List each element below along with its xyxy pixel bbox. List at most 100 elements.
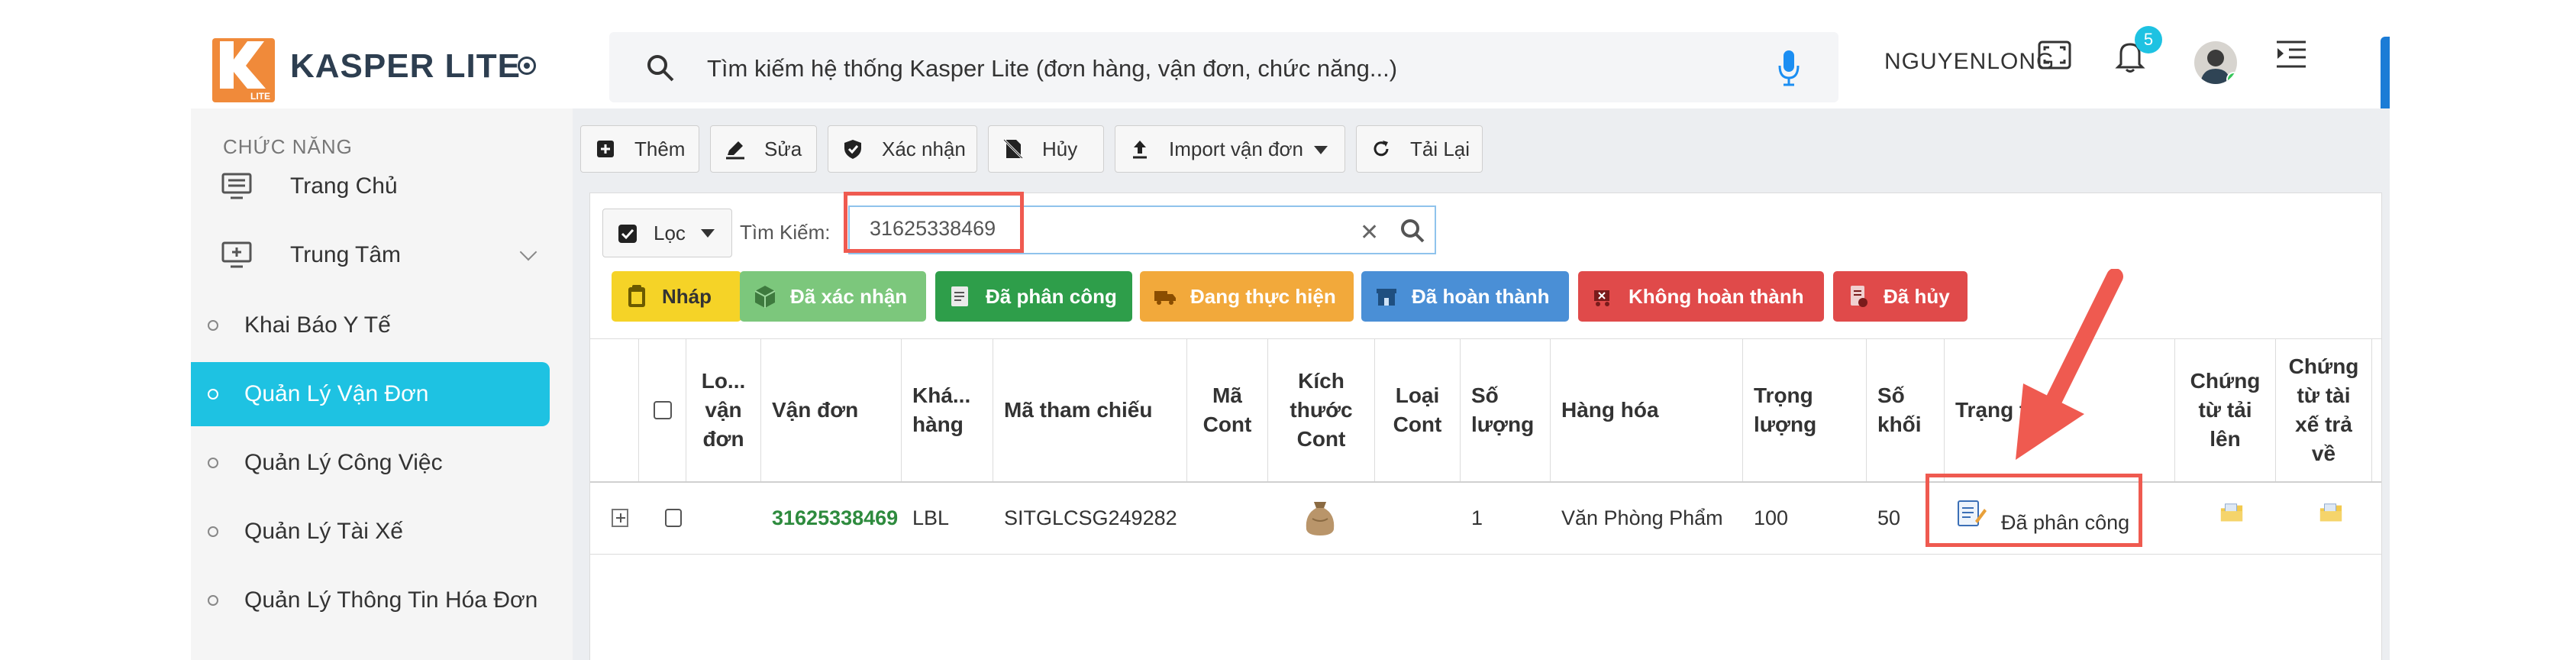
waybill-number-link[interactable]: 31625338469: [761, 482, 902, 554]
reload-button[interactable]: Tải Lại: [1356, 125, 1483, 173]
column-header-chung-tu-tai-len[interactable]: Chứng từ tải lên: [2175, 339, 2276, 481]
box-icon: [754, 286, 776, 308]
cell-khach-hang: LBL: [912, 506, 950, 529]
document-folder-icon[interactable]: [2219, 502, 2244, 525]
filter-dropdown[interactable]: Lọc: [602, 209, 732, 257]
column-header-trong-luong[interactable]: Trọng lượng: [1743, 339, 1867, 481]
sidebar-item-label: Trang Chủ: [290, 173, 398, 199]
pencil-icon: [726, 141, 744, 160]
global-search-input[interactable]: Tìm kiếm hệ thống Kasper Lite (đơn hàng,…: [609, 32, 1838, 102]
sidebar-item-quan-ly-tai-xe[interactable]: Quản Lý Tài Xế: [191, 500, 550, 564]
row-select-cell[interactable]: [654, 482, 692, 554]
cart-cancel-icon: [1594, 290, 1609, 306]
cell-chung-tu-tai-xe[interactable]: [2308, 482, 2354, 554]
sidebar-item-label: Trung Tâm: [290, 242, 402, 267]
status-chip-nhap[interactable]: Nháp: [612, 271, 741, 322]
clear-icon[interactable]: ✕: [1360, 219, 1379, 246]
column-header-ma-cont[interactable]: Mã Cont: [1187, 339, 1268, 481]
add-screen-icon: [221, 241, 252, 268]
microphone-icon[interactable]: [1777, 49, 1800, 87]
status-chip-da-hoan-thanh[interactable]: Đã hoàn thành: [1361, 271, 1569, 322]
search-highlight-box: [844, 192, 1024, 253]
sidebar-item-label: Quản Lý Tài Xế: [244, 519, 403, 544]
cell-trong-luong: 100: [1754, 506, 1789, 529]
status-chip-da-huy[interactable]: Đã hủy: [1833, 271, 1968, 322]
notification-badge: 5: [2135, 26, 2162, 53]
file-cancel-icon: [1002, 138, 1024, 160]
add-button[interactable]: Thêm: [580, 125, 699, 173]
cell-so-luong: 1: [1471, 506, 1483, 529]
edit-button[interactable]: Sửa: [710, 125, 817, 173]
column-header-chung-tu-tai-xe[interactable]: Chứng từ tài xế trả về: [2276, 339, 2372, 481]
store-icon: [1377, 289, 1396, 306]
cell-ma-tham-chieu: SITGLCSG249282: [1004, 506, 1177, 529]
status-chip-label: Đã hoàn thành: [1412, 284, 1550, 308]
confirm-button[interactable]: Xác nhận: [828, 125, 977, 173]
column-header-loai-van-don[interactable]: Lo... vận đơn: [686, 339, 761, 481]
status-chip-label: Nháp: [662, 284, 712, 308]
status-highlight-box: [1926, 474, 2142, 547]
column-header-so-luong[interactable]: Số lượng: [1461, 339, 1551, 481]
sidebar-item-label: Quản Lý Thông Tin Hóa Đơn: [244, 587, 538, 613]
menu-collapse-icon[interactable]: [2275, 40, 2307, 69]
global-search-text: Tìm kiếm hệ thống Kasper Lite (đơn hàng,…: [707, 55, 1398, 82]
sidebar-item-quan-ly-hoa-don[interactable]: Quản Lý Thông Tin Hóa Đơn: [191, 568, 550, 632]
column-header-hang-hoa[interactable]: Hàng hóa: [1551, 339, 1743, 481]
avatar[interactable]: [2194, 41, 2237, 84]
upload-icon: [1133, 141, 1147, 159]
username[interactable]: NGUYENLONG: [1884, 49, 2055, 75]
sidebar-item-trang-chu[interactable]: Trang Chủ: [191, 154, 550, 218]
row-expand-cell[interactable]: [601, 482, 639, 554]
status-chip-da-xac-nhan[interactable]: Đã xác nhận: [740, 271, 926, 322]
cancel-button[interactable]: Hủy: [988, 125, 1104, 173]
import-waybill-dropdown[interactable]: Import vận đơn: [1115, 125, 1345, 173]
status-chip-dang-thuc-hien[interactable]: Đang thực hiện: [1140, 271, 1354, 322]
bullet-icon: [208, 458, 218, 468]
sidebar-item-quan-ly-cong-viec[interactable]: Quản Lý Công Việc: [191, 431, 550, 495]
chevron-down-icon: [519, 243, 537, 261]
document-folder-icon[interactable]: [2319, 502, 2343, 525]
column-header-so-khoi[interactable]: Số khối: [1867, 339, 1945, 481]
bullet-icon: [208, 526, 218, 537]
column-header-kich-thuoc-cont[interactable]: Kích thước Cont: [1268, 339, 1375, 481]
assignment-icon: [951, 286, 968, 306]
status-chip-khong-hoan-thanh[interactable]: Không hoàn thành: [1578, 271, 1824, 322]
column-expand: [590, 339, 639, 481]
sidebar-item-quan-ly-van-don[interactable]: Quản Lý Vận Đơn: [191, 362, 550, 426]
sidebar: LITE KASPER LITE CHỨC NĂNG Trang Chủ Tru…: [191, 9, 573, 660]
select-all-checkbox[interactable]: [653, 401, 672, 419]
shield-check-icon: [844, 140, 861, 159]
plus-square-icon: [597, 141, 614, 157]
column-header-loai-cont[interactable]: Loại Cont: [1375, 339, 1461, 481]
checkbox-checked-icon: [618, 225, 637, 243]
column-select-all[interactable]: [639, 339, 686, 481]
search-label: Tìm Kiếm:: [740, 221, 831, 244]
cell-chung-tu-tai-len[interactable]: [2209, 482, 2255, 554]
edit-button-label: Sửa: [764, 137, 802, 160]
sidebar-item-khai-bao-y-te[interactable]: Khai Báo Y Tế: [191, 293, 550, 358]
sidebar-item-label: Khai Báo Y Tế: [244, 312, 391, 338]
sack-icon: [1306, 502, 1335, 535]
row-checkbox[interactable]: [665, 509, 682, 527]
bullet-icon: [208, 389, 218, 400]
cell-hang-hoa: Văn Phòng Phẩm: [1561, 506, 1723, 529]
column-header-ma-tham-chieu[interactable]: Mã tham chiếu: [993, 339, 1187, 481]
column-header-van-don[interactable]: Vận đơn: [761, 339, 902, 481]
filter-label: Lọc: [654, 221, 686, 244]
bullet-icon: [208, 595, 218, 606]
import-button-label: Import vận đơn: [1169, 137, 1304, 160]
fullscreen-icon[interactable]: [2037, 40, 2072, 70]
search-icon[interactable]: [1399, 218, 1425, 244]
status-chip-da-phan-cong[interactable]: Đã phân công: [935, 271, 1132, 322]
sidebar-item-label: Quản Lý Vận Đơn: [244, 381, 429, 406]
status-chip-label: Không hoàn thành: [1629, 284, 1804, 308]
expand-row-icon[interactable]: [612, 509, 628, 527]
sidebar-item-trung-tam[interactable]: Trung Tâm: [191, 223, 550, 287]
caret-down-icon: [1314, 146, 1328, 154]
clipboard-icon: [628, 285, 645, 307]
cancel-button-label: Hủy: [1042, 137, 1078, 160]
caret-down-icon: [701, 229, 715, 238]
topbar: Tìm kiếm hệ thống Kasper Lite (đơn hàng,…: [573, 9, 2390, 109]
status-chip-label: Đang thực hiện: [1190, 284, 1336, 308]
column-header-khach-hang[interactable]: Khá... hàng: [902, 339, 993, 481]
